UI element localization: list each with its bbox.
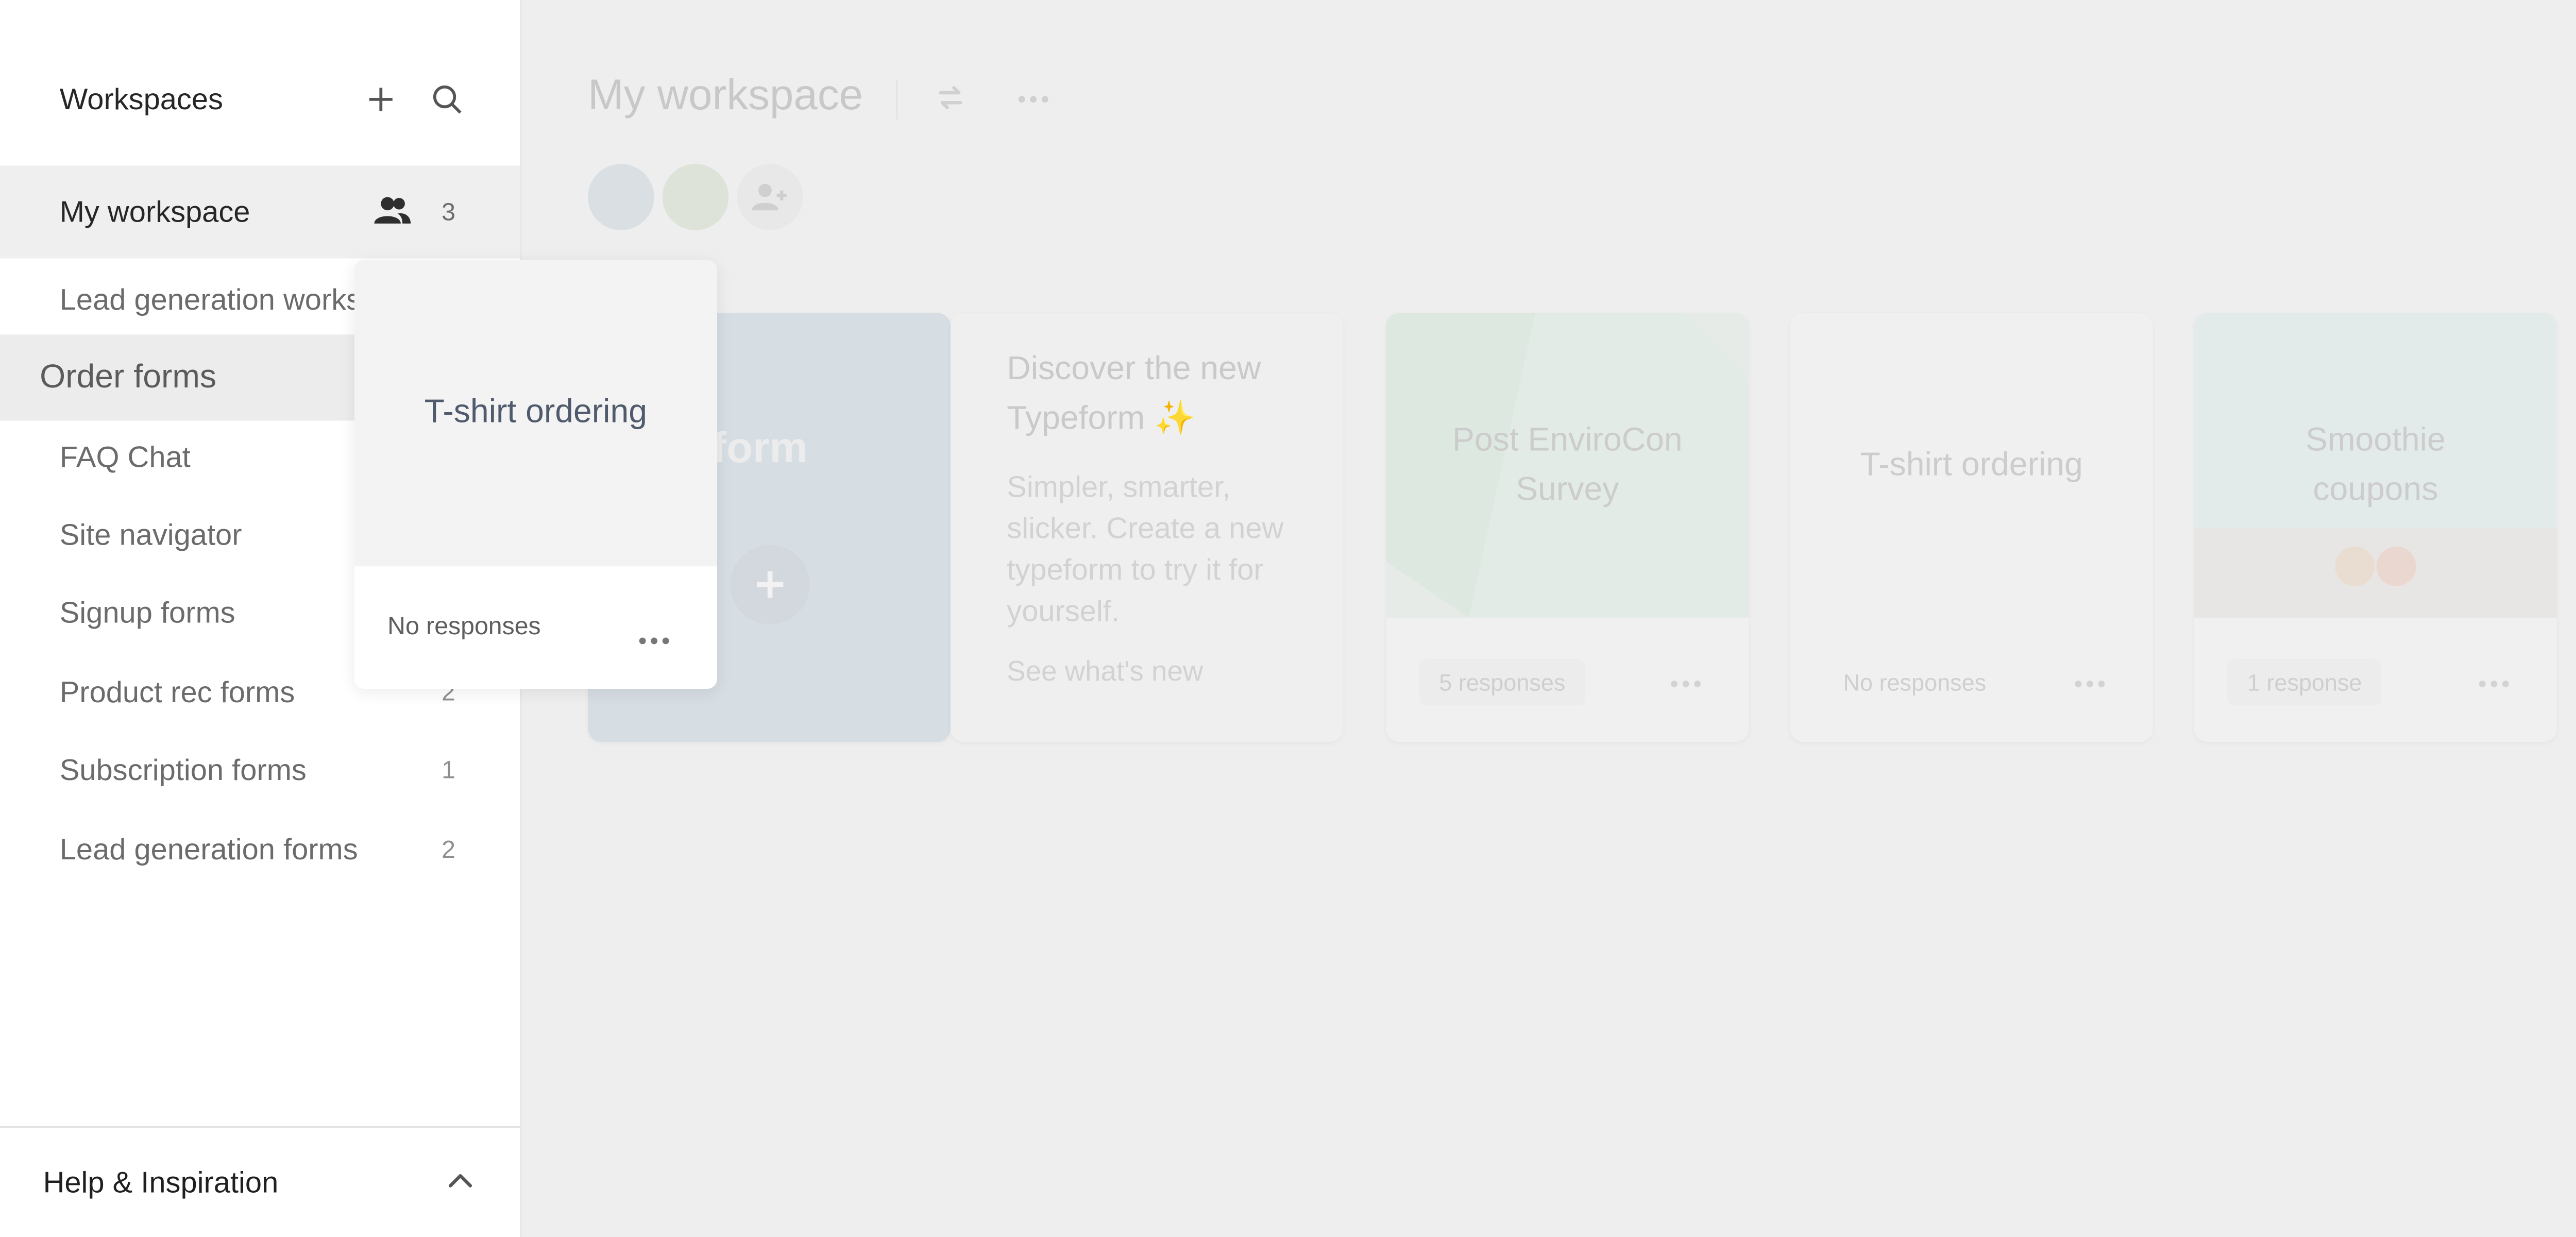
discover-body: Simpler, smarter, slicker. Create a new … <box>1007 470 1284 628</box>
form-card[interactable]: Post EnviroCon Survey 5 responses <box>1386 313 1749 742</box>
sidebar-title: Workspaces <box>59 82 223 115</box>
form-title: T-shirt ordering <box>1860 447 2083 484</box>
more-options-icon[interactable] <box>2073 667 2106 697</box>
response-count: No responses <box>1843 669 1987 696</box>
discover-link[interactable]: See what's new <box>1007 656 1321 689</box>
avatar[interactable] <box>662 164 729 230</box>
page-title: My workspace <box>588 70 863 120</box>
app-window: My workspace form Discover the new Typef… <box>0 0 2576 1237</box>
sync-icon[interactable] <box>934 79 967 124</box>
form-thumbnail: T-shirt ordering <box>354 260 717 567</box>
response-count: No responses <box>387 613 541 641</box>
form-card[interactable]: Smoothie coupons 1 response <box>2194 313 2557 742</box>
more-options-icon[interactable] <box>1669 667 1702 697</box>
add-person-icon <box>752 183 787 211</box>
help-label: Help & Inspiration <box>43 1165 279 1198</box>
form-card[interactable]: T-shirt ordering No responses <box>1790 313 2153 742</box>
response-count: 5 responses <box>1419 659 1585 706</box>
add-workspace-button[interactable] <box>364 79 397 119</box>
form-title: Post EnviroCon Survey <box>1452 422 1683 509</box>
main-area: My workspace form Discover the new Typef… <box>522 0 2576 1237</box>
form-title: T-shirt ordering <box>424 394 647 431</box>
title-divider <box>895 79 898 120</box>
form-title: Smoothie coupons <box>2306 422 2446 509</box>
sidebar-item-label: Lead generation worksp... <box>59 282 403 316</box>
sidebar-item-label: Signup forms <box>59 595 235 629</box>
sidebar-item-count: 1 <box>442 756 455 784</box>
more-options-icon[interactable] <box>1017 83 1050 124</box>
dragged-form-card[interactable]: T-shirt ordering No responses <box>354 260 717 689</box>
members-avatars <box>588 164 803 230</box>
plus-icon <box>369 88 393 111</box>
sidebar-item-subscription-forms[interactable]: Subscription forms 1 <box>0 724 520 817</box>
sidebar-item-label: FAQ Chat <box>59 439 191 473</box>
sidebar-item-label: Product rec forms <box>59 674 295 708</box>
more-options-icon[interactable] <box>2478 667 2511 697</box>
response-count: 1 response <box>2227 659 2382 706</box>
create-card-label: form <box>712 422 808 472</box>
search-icon <box>433 85 462 114</box>
add-member-button[interactable] <box>737 164 803 230</box>
sidebar-item-label: Lead generation forms <box>59 832 358 866</box>
sidebar-item-count: 2 <box>442 835 455 864</box>
sidebar-item-label: Site navigator <box>59 517 242 551</box>
sidebar-item-label: Subscription forms <box>59 752 307 786</box>
discover-panel: Discover the new Typeform ✨ Simpler, sma… <box>1007 345 1321 689</box>
sidebar-item-lead-generation-forms[interactable]: Lead generation forms 2 <box>0 803 520 896</box>
avatar[interactable] <box>588 164 654 230</box>
sidebar-header: Workspaces <box>60 79 464 119</box>
help-inspiration-toggle[interactable]: Help & Inspiration <box>0 1126 520 1237</box>
more-options-icon[interactable] <box>638 624 671 654</box>
discover-heading: Discover the new Typeform ✨ <box>1007 351 1261 437</box>
shared-members-icon <box>374 195 411 233</box>
sidebar-item-my-workspace[interactable]: My workspace 3 <box>0 165 520 259</box>
plus-icon <box>730 545 810 624</box>
sidebar-item-label: Order forms <box>40 358 217 395</box>
sidebar-item-label: My workspace <box>59 194 250 228</box>
chevron-up-icon <box>447 1167 473 1197</box>
sidebar-item-count: 3 <box>442 198 455 226</box>
search-button[interactable] <box>431 79 464 119</box>
